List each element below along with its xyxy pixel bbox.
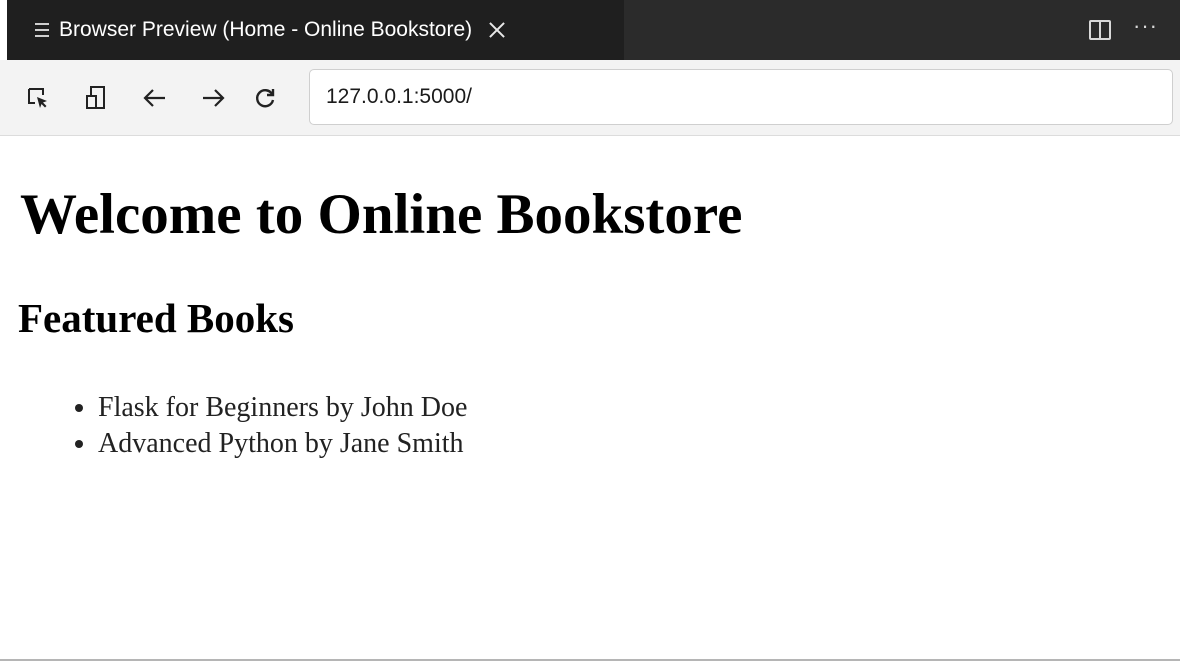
tab-actions: ··· xyxy=(1089,0,1158,60)
address-bar[interactable] xyxy=(309,69,1173,125)
split-editor-icon[interactable] xyxy=(1089,20,1112,40)
inspect-icon[interactable] xyxy=(20,80,56,116)
reload-icon[interactable] xyxy=(247,80,283,116)
tab-browser-preview[interactable]: Browser Preview (Home - Online Bookstore… xyxy=(7,0,624,60)
page-content: Welcome to Online Bookstore Featured Boo… xyxy=(0,136,1180,659)
forward-arrow-icon[interactable] xyxy=(195,80,231,116)
back-arrow-icon[interactable] xyxy=(137,80,173,116)
tab-title: Browser Preview (Home - Online Bookstore… xyxy=(59,18,473,41)
device-toggle-icon[interactable] xyxy=(78,80,114,116)
browser-preview-window: Browser Preview (Home - Online Bookstore… xyxy=(0,0,1180,661)
section-heading: Featured Books xyxy=(18,295,295,341)
list-item: Flask for Beginners by John Doe xyxy=(98,390,467,426)
list-item: Advanced Python by Jane Smith xyxy=(98,426,467,462)
featured-books-list: Flask for Beginners by John Doe Advanced… xyxy=(58,390,467,462)
tab-bar: Browser Preview (Home - Online Bookstore… xyxy=(7,0,1180,60)
more-actions-icon[interactable]: ··· xyxy=(1133,15,1158,37)
page-title: Welcome to Online Bookstore xyxy=(20,183,743,246)
document-lines-icon xyxy=(35,23,49,37)
close-icon[interactable] xyxy=(486,19,508,41)
browser-toolbar xyxy=(0,60,1180,136)
url-input[interactable] xyxy=(326,85,1156,109)
